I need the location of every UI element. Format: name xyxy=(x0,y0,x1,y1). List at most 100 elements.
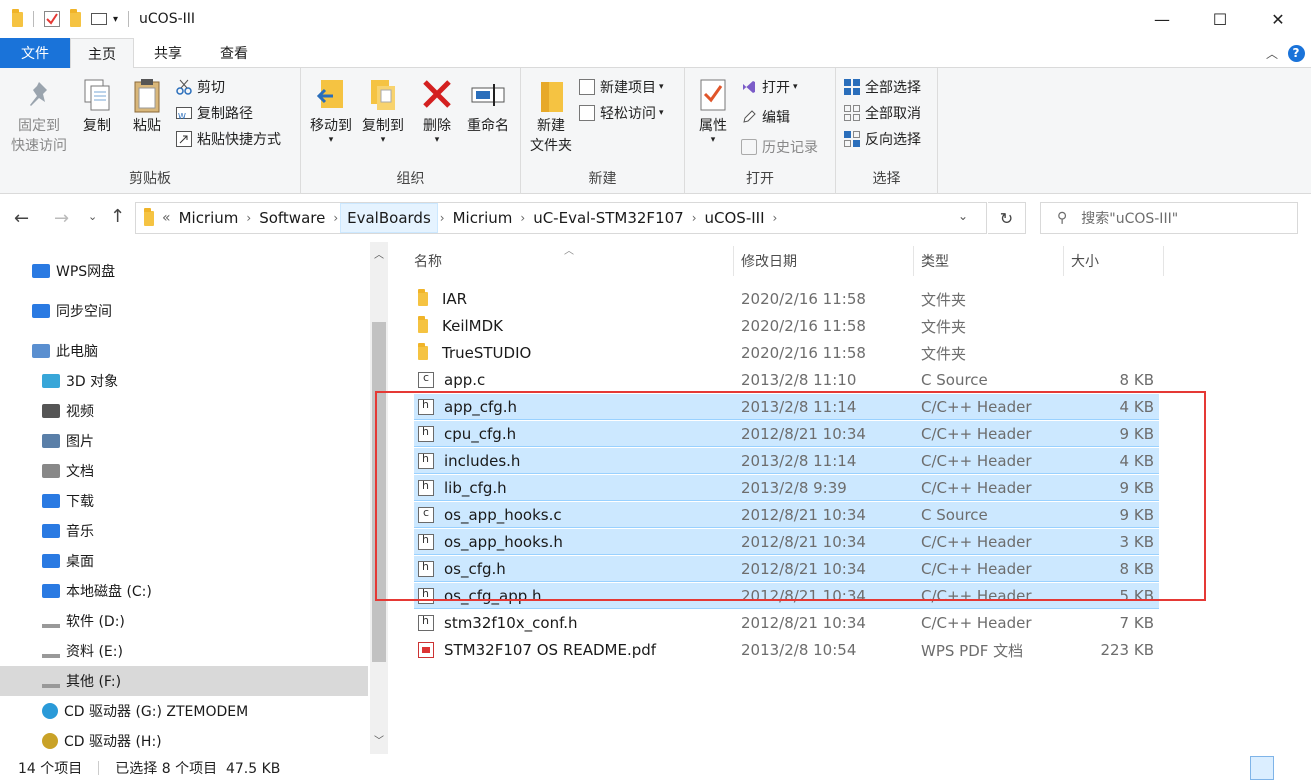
nav-item[interactable]: 此电脑 xyxy=(0,336,368,366)
forward-icon[interactable]: → xyxy=(54,208,69,229)
download-icon xyxy=(42,494,60,508)
select-none-button[interactable]: 全部取消 xyxy=(844,102,921,124)
tab-home[interactable]: 主页 xyxy=(70,38,134,69)
nav-item[interactable]: 软件 (D:) xyxy=(0,606,368,636)
copy-button[interactable]: 复制 xyxy=(74,76,120,136)
rename-button[interactable]: 重命名 xyxy=(463,76,513,136)
select-all-button[interactable]: 全部选择 xyxy=(844,76,921,98)
new-item-button[interactable]: 新建项目 ▾ xyxy=(579,76,664,98)
nav-item[interactable]: 同步空间 xyxy=(0,296,368,326)
breadcrumb-micrium[interactable]: Micrium xyxy=(173,203,245,233)
cut-button[interactable]: 剪切 xyxy=(176,76,225,98)
column-header-type[interactable]: 类型 xyxy=(921,242,949,280)
paste-shortcut-button[interactable]: 粘贴快捷方式 xyxy=(176,128,281,150)
organize-group: 移动到 ▾ 复制到 ▾ 删除 ▾ 重命名 组织 xyxy=(301,68,521,194)
invert-selection-button[interactable]: 反向选择 xyxy=(844,128,921,150)
overflow-chevron[interactable]: « xyxy=(160,210,173,226)
open-button[interactable]: 打开 ▾ xyxy=(741,76,798,98)
nav-item[interactable]: 其他 (F:) xyxy=(0,666,368,696)
breadcrumb-ucos-iii[interactable]: uCOS-III xyxy=(699,203,771,233)
nav-item[interactable]: CD 驱动器 (H:) xyxy=(0,726,368,756)
breadcrumb-software[interactable]: Software xyxy=(253,203,331,233)
close-button[interactable]: ✕ xyxy=(1255,0,1301,38)
picture-icon xyxy=(42,434,60,448)
copy-to-button[interactable]: 复制到 ▾ xyxy=(357,76,409,145)
file-size xyxy=(1074,286,1154,312)
file-row[interactable]: app.c 2013/2/8 11:10 C Source 8 KB xyxy=(414,367,1159,393)
column-header-name[interactable]: 名称 xyxy=(414,242,442,280)
address-bar[interactable]: « Micrium › Software › EvalBoards › Micr… xyxy=(135,202,987,234)
details-view-icon[interactable] xyxy=(1250,756,1274,780)
file-size xyxy=(1074,313,1154,339)
drive-icon xyxy=(42,618,60,628)
rename-icon[interactable] xyxy=(91,13,107,25)
recent-locations-icon[interactable]: ⌄ xyxy=(88,210,97,223)
nav-item[interactable]: 图片 xyxy=(0,426,368,456)
breadcrumb-micrium-2[interactable]: Micrium xyxy=(447,203,519,233)
address-dropdown-icon[interactable]: ⌄ xyxy=(958,209,968,223)
new-item-label: 新建项目 xyxy=(600,80,656,96)
chevron-right-icon[interactable]: › xyxy=(771,211,780,225)
new-folder-icon[interactable] xyxy=(70,8,81,27)
cd-drive-icon xyxy=(42,703,58,719)
easy-access-button[interactable]: 轻松访问 ▾ xyxy=(579,102,664,124)
column-header-size[interactable]: 大小 xyxy=(1071,242,1099,280)
properties-icon[interactable] xyxy=(44,11,60,27)
nav-item[interactable]: 音乐 xyxy=(0,516,368,546)
properties-button[interactable]: 属性 ▾ xyxy=(689,76,737,145)
pin-quick-access-button[interactable]: 固定到 快速访问 xyxy=(6,76,72,156)
maximize-button[interactable]: ☐ xyxy=(1197,0,1243,38)
collapse-ribbon-icon[interactable]: ︿ xyxy=(1260,38,1284,68)
nav-item[interactable]: WPS网盘 xyxy=(0,256,368,286)
search-input[interactable]: ⚲ 搜索"uCOS-III" xyxy=(1040,202,1298,234)
ribbon-tabs: 文件 主页 共享 查看 ︿ ? xyxy=(0,38,1311,69)
breadcrumb-evalboards[interactable]: EvalBoards xyxy=(340,203,438,233)
chevron-right-icon[interactable]: › xyxy=(690,211,699,225)
new-folder-button[interactable]: 新建 文件夹 xyxy=(525,76,577,156)
refresh-icon[interactable]: ↻ xyxy=(988,202,1026,234)
nav-item[interactable]: CD 驱动器 (G:) ZTEMODEM xyxy=(0,696,368,726)
nav-item[interactable]: 下载 xyxy=(0,486,368,516)
customize-toolbar-icon[interactable]: ▾ xyxy=(113,14,118,25)
chevron-right-icon[interactable]: › xyxy=(518,211,527,225)
nav-item[interactable]: 本地磁盘 (C:) xyxy=(0,576,368,606)
back-icon[interactable]: ← xyxy=(14,208,29,229)
tab-share[interactable]: 共享 xyxy=(136,38,200,68)
file-row[interactable]: IAR 2020/2/16 11:58 文件夹 xyxy=(414,286,1159,312)
edit-button[interactable]: 编辑 xyxy=(741,106,790,128)
scroll-down-icon[interactable]: ﹀ xyxy=(374,732,384,747)
nav-item[interactable]: 资料 (E:) xyxy=(0,636,368,666)
file-row[interactable]: STM32F107 OS README.pdf 2013/2/8 10:54 WPS… xyxy=(414,637,1159,663)
large-icons-view-icon[interactable] xyxy=(1280,756,1304,780)
nav-item[interactable]: 3D 对象 xyxy=(0,366,368,396)
file-row[interactable]: stm32f10x_conf.h 2012/8/21 10:34 C/C++ Hea… xyxy=(414,610,1159,636)
minimize-button[interactable]: — xyxy=(1139,0,1185,38)
help-icon[interactable]: ? xyxy=(1286,38,1306,68)
move-to-icon xyxy=(313,76,349,114)
breadcrumb-uc-eval[interactable]: uC-Eval-STM32F107 xyxy=(527,203,690,233)
file-size xyxy=(1074,340,1154,366)
file-row[interactable]: TrueSTUDIO 2020/2/16 11:58 文件夹 xyxy=(414,340,1159,366)
tab-file[interactable]: 文件 xyxy=(0,38,70,68)
nav-item[interactable]: 视频 xyxy=(0,396,368,426)
nav-item[interactable]: 文档 xyxy=(0,456,368,486)
file-name-cell: STM32F107 OS README.pdf xyxy=(418,637,656,663)
paste-button[interactable]: 粘贴 xyxy=(124,76,170,136)
history-button[interactable]: 历史记录 xyxy=(741,136,818,158)
properties-icon xyxy=(695,76,731,114)
select-none-icon xyxy=(844,105,860,121)
scroll-up-icon[interactable]: ︿ xyxy=(374,246,384,261)
chevron-right-icon[interactable]: › xyxy=(244,211,253,225)
nav-item[interactable]: 桌面 xyxy=(0,546,368,576)
column-header-date[interactable]: 修改日期 xyxy=(741,242,797,280)
chevron-right-icon[interactable]: › xyxy=(331,211,340,225)
tab-view[interactable]: 查看 xyxy=(202,38,266,68)
delete-button[interactable]: 删除 ▾ xyxy=(415,76,459,145)
move-to-button[interactable]: 移动到 ▾ xyxy=(305,76,357,145)
copy-path-button[interactable]: W 复制路径 xyxy=(176,102,253,124)
open-dropdown-icon: ▾ xyxy=(793,82,798,92)
up-icon[interactable]: ↑ xyxy=(110,206,125,227)
chevron-right-icon[interactable]: › xyxy=(438,211,447,225)
paste-label: 粘贴 xyxy=(133,118,161,134)
file-row[interactable]: KeilMDK 2020/2/16 11:58 文件夹 xyxy=(414,313,1159,339)
